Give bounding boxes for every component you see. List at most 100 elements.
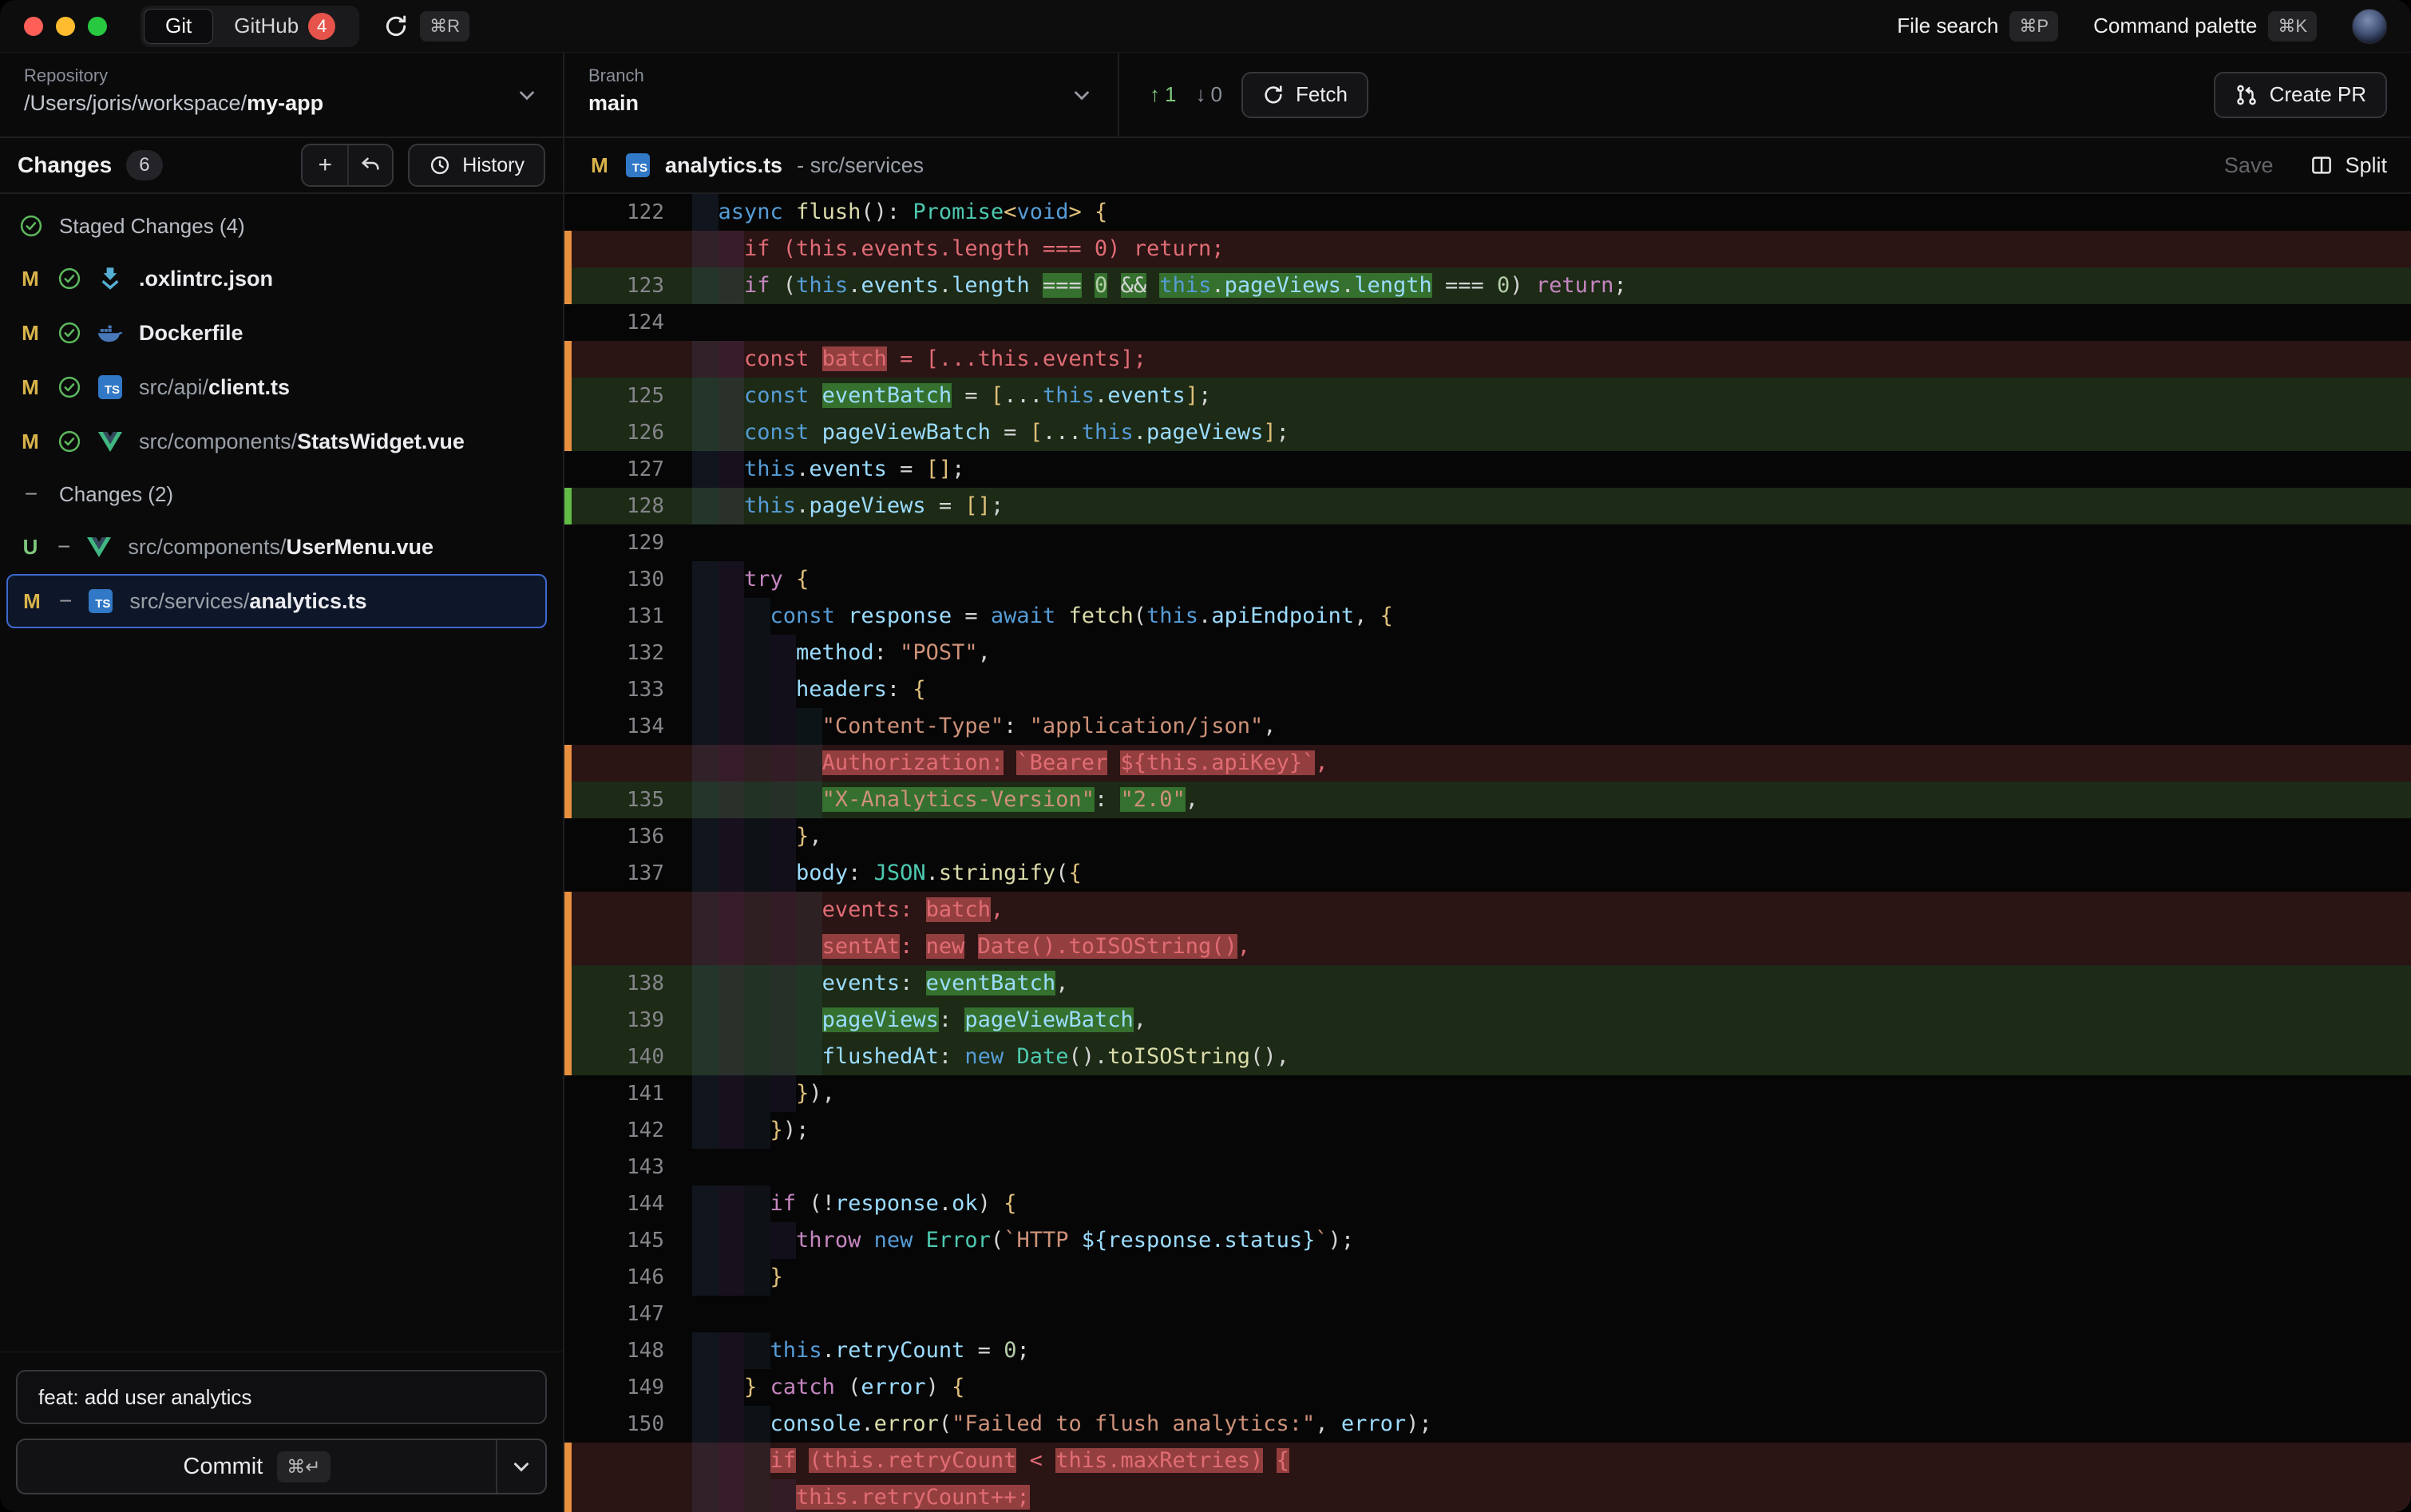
added-code-line: 139 pageViews: pageViewBatch, — [564, 1002, 2411, 1039]
arrow-down-icon: ↓ — [1195, 82, 1206, 107]
line-number: 140 — [564, 1039, 664, 1075]
close-window-button[interactable] — [24, 17, 43, 36]
split-view-icon — [2310, 153, 2334, 177]
added-code-line: 125 const eventBatch = [...this.events]; — [564, 378, 2411, 414]
line-number: 144 — [564, 1185, 664, 1222]
fetch-refresh-icon — [1262, 84, 1285, 106]
file-row[interactable]: M−TSsrc/services/analytics.ts — [6, 574, 547, 628]
code-line: 134 "Content-Type": "application/json", — [564, 708, 2411, 745]
undo-button[interactable] — [347, 145, 392, 185]
line-number — [564, 745, 664, 782]
file-row[interactable]: M.oxlintrc.json — [0, 251, 563, 306]
row-action[interactable]: − — [57, 534, 70, 560]
row-action[interactable] — [57, 321, 81, 345]
add-button[interactable]: + — [303, 145, 347, 185]
check-circle-icon — [57, 267, 81, 291]
row-action[interactable] — [57, 375, 81, 399]
line-number: 134 — [564, 708, 664, 745]
status-badge: M — [19, 429, 42, 454]
branch-selector[interactable]: Branch main — [564, 53, 1119, 137]
row-action[interactable]: − — [59, 588, 72, 614]
minimize-window-button[interactable] — [56, 17, 75, 36]
section-label: Staged Changes (4) — [59, 214, 245, 239]
commit-options-button[interactable] — [496, 1440, 545, 1493]
branch-label: Branch — [588, 65, 1094, 86]
file-row[interactable]: MTSsrc/api/client.ts — [0, 360, 563, 414]
ahead-count: ↑1 — [1150, 82, 1176, 107]
check-circle-icon — [57, 429, 81, 453]
tab-github[interactable]: GitHub 4 — [213, 9, 356, 44]
file-row[interactable]: MDockerfile — [0, 306, 563, 360]
row-action[interactable] — [57, 267, 81, 291]
line-number: 126 — [564, 414, 664, 451]
repository-path: /Users/joris/workspace/my-app — [24, 91, 539, 116]
create-pr-button[interactable]: Create PR — [2214, 72, 2387, 118]
added-code-line: 126 const pageViewBatch = [...this.pageV… — [564, 414, 2411, 451]
history-button[interactable]: History — [408, 144, 545, 187]
line-number: 130 — [564, 561, 664, 598]
check-circle-icon — [57, 321, 81, 345]
code-line: 150 console.error("Failed to flush analy… — [564, 1406, 2411, 1443]
code-line: 136 }, — [564, 818, 2411, 855]
zoom-window-button[interactable] — [88, 17, 107, 36]
code-line: 129 — [564, 524, 2411, 561]
file-row[interactable]: U−src/components/UserMenu.vue — [0, 520, 563, 574]
deleted-code-line: events: batch, — [564, 892, 2411, 928]
commit-message-input[interactable] — [16, 1370, 547, 1424]
gutter-diff-marker — [564, 892, 572, 928]
fetch-button[interactable]: Fetch — [1241, 72, 1368, 118]
oxlint-icon — [97, 266, 123, 291]
line-number — [564, 341, 664, 378]
section-header[interactable]: Staged Changes (4) — [0, 200, 563, 251]
section-header[interactable]: −Changes (2) — [0, 469, 563, 520]
gutter-diff-marker — [564, 928, 572, 965]
tab-git[interactable]: Git — [144, 9, 213, 44]
line-number — [564, 928, 664, 965]
code-line: 141 }), — [564, 1075, 2411, 1112]
command-palette-label: Command palette — [2093, 14, 2257, 38]
typescript-icon: TS — [625, 152, 651, 178]
gutter-diff-marker — [564, 267, 572, 304]
changes-title: Changes — [18, 152, 112, 178]
command-palette-button[interactable]: Command palette ⌘K — [2093, 11, 2317, 42]
code-line: 132 method: "POST", — [564, 635, 2411, 671]
code-line: 147 — [564, 1296, 2411, 1332]
gutter-diff-marker — [564, 378, 572, 414]
row-action[interactable] — [57, 429, 81, 453]
minus-icon: − — [57, 534, 70, 559]
diff-code-view: 122 async flush(): Promise<void> { if (t… — [564, 194, 2411, 1512]
app-window: Git GitHub 4 ⌘R File search ⌘P Command p… — [0, 0, 2411, 1512]
refresh-button[interactable] — [383, 14, 409, 39]
deleted-code-line: Authorization: `Bearer ${this.apiKey}`, — [564, 745, 2411, 782]
repository-selector[interactable]: Repository /Users/joris/workspace/my-app — [0, 53, 564, 137]
line-number: 141 — [564, 1075, 664, 1112]
commit-label: Commit — [183, 1454, 263, 1480]
toolbar: Repository /Users/joris/workspace/my-app… — [0, 53, 2411, 138]
gutter-diff-marker — [564, 1443, 572, 1479]
code-line: 124 — [564, 304, 2411, 341]
command-palette-keycap: ⌘K — [2268, 11, 2317, 42]
deleted-code-line: if (this.retryCount < this.maxRetries) { — [564, 1443, 2411, 1479]
commit-button[interactable]: Commit ⌘↵ — [18, 1440, 496, 1493]
check-circle-icon — [57, 375, 81, 399]
file-search-button[interactable]: File search ⌘P — [1897, 11, 2058, 42]
split-label: Split — [2345, 153, 2387, 178]
user-avatar[interactable] — [2352, 9, 2387, 44]
line-number: 143 — [564, 1149, 664, 1185]
vue-icon — [86, 534, 112, 560]
file-row[interactable]: Msrc/components/StatsWidget.vue — [0, 414, 563, 469]
code-line: 122 async flush(): Promise<void> { — [564, 194, 2411, 231]
gutter-diff-marker — [564, 341, 572, 378]
line-number: 129 — [564, 524, 664, 561]
split-view-button[interactable]: Split — [2310, 153, 2387, 178]
code-line: 131 const response = await fetch(this.ap… — [564, 598, 2411, 635]
gutter-diff-marker — [564, 1039, 572, 1075]
typescript-icon: TS — [97, 374, 123, 400]
line-number: 138 — [564, 965, 664, 1002]
file-header: M TS analytics.ts - src/services Save Sp… — [564, 138, 2411, 194]
file-label: src/components/UserMenu.vue — [128, 535, 434, 560]
refresh-shortcut-keycap: ⌘R — [420, 11, 469, 42]
file-label: src/services/analytics.ts — [129, 589, 366, 614]
save-button[interactable]: Save — [2224, 153, 2274, 178]
line-number: 146 — [564, 1259, 664, 1296]
